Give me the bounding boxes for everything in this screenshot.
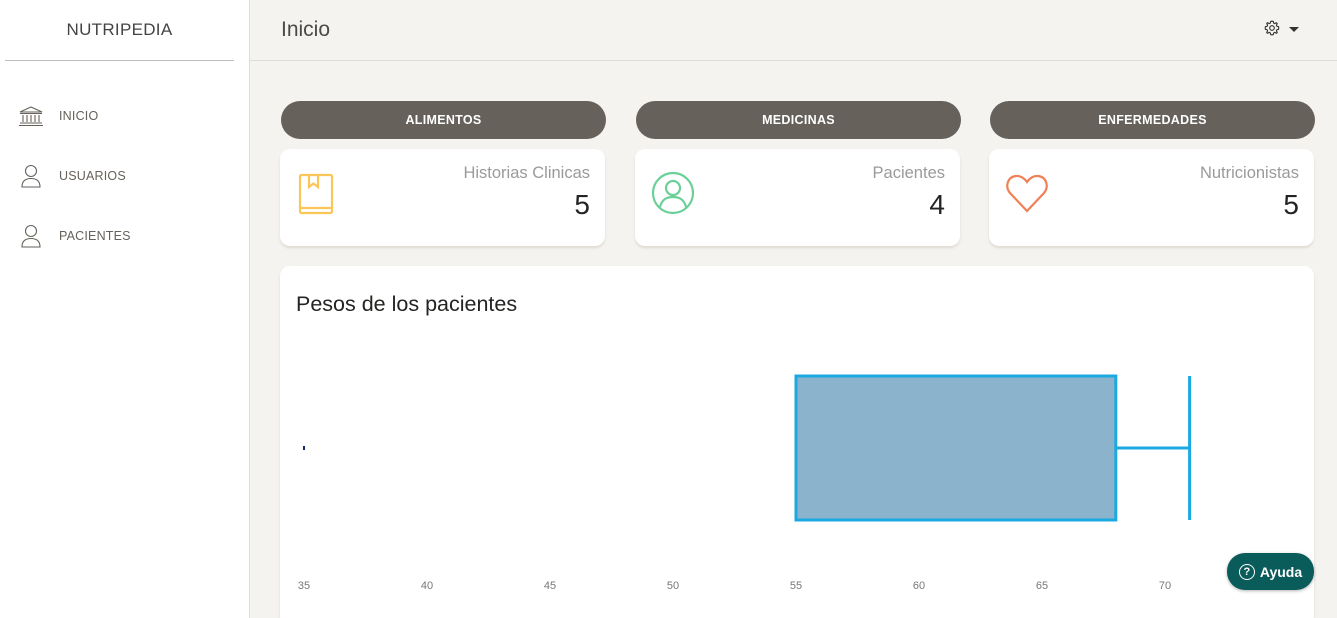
chevron-down-icon (1289, 27, 1299, 32)
sidebar-item-label: USUARIOS (59, 169, 126, 183)
x-tick-label: 45 (544, 580, 556, 592)
brand-text: NUTRIPEDIA (66, 20, 173, 39)
bank-icon (18, 103, 44, 129)
top-navbar: Inicio (250, 0, 1337, 61)
sidebar-item-label: PACIENTES (59, 229, 131, 243)
stat-card-pacientes: Pacientes 4 (635, 149, 960, 246)
sidebar-item-inicio[interactable]: INICIO (0, 86, 249, 146)
help-icon: ? (1238, 563, 1255, 580)
stat-title: Nutricionistas (1199, 164, 1299, 182)
sidebar: NUTRIPEDIA INICIO USUARIOS PACIENTES (0, 0, 250, 618)
box-iqr (794, 374, 1118, 522)
x-tick-label: 65 (1036, 580, 1048, 592)
medicinas-button[interactable]: MEDICINAS (636, 101, 961, 139)
brand-logo[interactable]: NUTRIPEDIA (5, 0, 234, 61)
gear-icon (1264, 20, 1280, 41)
sidebar-item-pacientes[interactable]: PACIENTES (0, 206, 249, 266)
user-circle-icon (651, 171, 695, 217)
user-icon (18, 223, 44, 249)
stat-value: 5 (1283, 189, 1299, 220)
boxplot-chart: 35 40 45 50 55 60 65 70 (298, 374, 1192, 592)
help-button[interactable]: ? Ayuda (1227, 553, 1314, 590)
alimentos-button[interactable]: ALIMENTOS (281, 101, 606, 139)
x-tick-label: 55 (790, 580, 802, 592)
x-tick-label: 60 (913, 580, 925, 592)
chart-card: Pesos de los pacientes 35 40 45 50 55 60 65 70 (280, 266, 1314, 618)
heart-icon (1005, 171, 1049, 217)
stat-value: 5 (574, 189, 590, 220)
x-tick-label: 40 (421, 580, 433, 592)
stat-card-historias: Historias Clinicas 5 (280, 149, 605, 246)
user-icon (18, 163, 44, 189)
stat-title: Historias Clinicas (463, 164, 590, 182)
sidebar-nav: INICIO USUARIOS PACIENTES (0, 86, 249, 266)
stat-card-nutricionistas: Nutricionistas 5 (989, 149, 1314, 246)
x-tick-label: 35 (298, 580, 310, 592)
help-label: Ayuda (1259, 563, 1303, 580)
sidebar-item-usuarios[interactable]: USUARIOS (0, 146, 249, 206)
book-icon (296, 171, 340, 217)
stat-title: Pacientes (872, 164, 945, 182)
x-tick-label: 70 (1159, 580, 1171, 592)
enfermedades-button[interactable]: ENFERMEDADES (990, 101, 1315, 139)
main-panel: Inicio ALIMENTOS MEDICINAS ENFERMEDADES … (250, 0, 1337, 618)
x-tick-label: 50 (667, 580, 679, 592)
stat-value: 4 (929, 189, 945, 220)
settings-dropdown[interactable] (1264, 20, 1299, 41)
sidebar-item-label: INICIO (59, 109, 99, 123)
page-title: Inicio (281, 18, 331, 41)
